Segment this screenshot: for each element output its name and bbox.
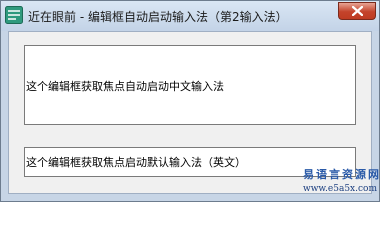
site-watermark: 易语言资源网 www.e5a5x.com <box>303 166 380 198</box>
window-title: 近在眼前 - 编辑框自动启动输入法（第2输入法） <box>28 10 288 24</box>
app-icon <box>5 6 23 24</box>
chinese-ime-edit-box[interactable]: 这个编辑框获取焦点自动启动中文输入法 <box>24 45 356 125</box>
close-icon <box>352 6 363 16</box>
watermark-name: 易语言资源网 <box>303 168 380 181</box>
title-bar[interactable]: 近在眼前 - 编辑框自动启动输入法（第2输入法） <box>1 1 379 31</box>
edit-box-text: 这个编辑框获取焦点启动默认输入法（英文） <box>26 156 246 169</box>
close-button[interactable] <box>338 2 376 20</box>
watermark-url: www.e5a5x.com <box>303 184 377 194</box>
edit-box-text: 这个编辑框获取焦点自动启动中文输入法 <box>26 80 224 93</box>
